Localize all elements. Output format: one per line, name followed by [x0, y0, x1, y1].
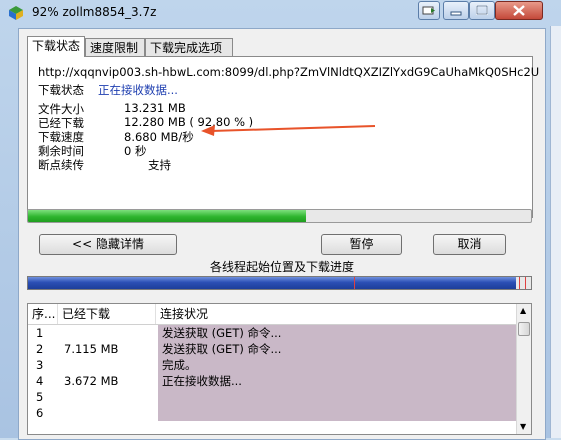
row-connection-status: 正在接收数据... — [158, 373, 516, 389]
thread-progress-map — [27, 276, 532, 290]
scroll-thumb[interactable] — [518, 322, 530, 336]
row-downloaded: 3.672 MB — [64, 374, 119, 388]
maximize-button[interactable] — [469, 1, 495, 20]
titlebar-extra-button[interactable] — [418, 1, 440, 20]
table-header: 序... 已经下载 连接状况 — [28, 304, 516, 325]
column-header-connection-status[interactable]: 连接状况 — [156, 304, 516, 324]
window-title: 92% zollm8854_3.7z — [32, 5, 157, 19]
tab-completion-options[interactable]: 下载完成选项 — [145, 38, 233, 56]
thread-marker — [519, 277, 520, 289]
row-index: 1 — [36, 326, 44, 340]
minimize-button[interactable] — [443, 1, 469, 20]
status-panel: http://xqqnvip003.sh-hbwL.com:8099/dl.ph… — [27, 56, 539, 218]
status-value: 正在接收数据... — [98, 83, 178, 97]
download-progress-fill — [28, 210, 306, 222]
download-url: http://xqqnvip003.sh-hbwL.com:8099/dl.ph… — [38, 65, 540, 79]
table-row[interactable]: 1 发送获取 (GET) 命令... — [28, 325, 516, 341]
table-body: 1 发送获取 (GET) 命令... 2 7.115 MB 发送获取 (GET) 命令.… — [28, 325, 516, 421]
thread-map-caption: 各线程起始位置及下载进度 — [209, 260, 354, 274]
cancel-button[interactable]: 取消 — [433, 234, 506, 255]
close-button[interactable] — [495, 1, 543, 20]
resume-value: 支持 — [148, 158, 171, 172]
connections-table: 序... 已经下载 连接状况 1 发送获取 (GET) 命令... 2 7.115 M… — [27, 303, 532, 435]
dialog-client-area: 下载状态 速度限制 下载完成选项 http://xqqnvip003.sh-hb… — [18, 28, 546, 440]
column-header-downloaded[interactable]: 已经下载 — [58, 304, 156, 324]
tab-download-status[interactable]: 下载状态 — [27, 36, 85, 57]
title-bar[interactable]: 92% zollm8854_3.7z — [0, 0, 561, 26]
annotation-arrow-icon — [201, 125, 376, 136]
row-downloaded: 7.115 MB — [64, 342, 119, 356]
column-header-index[interactable]: 序... — [28, 304, 58, 324]
status-label: 下载状态 — [38, 83, 84, 97]
row-connection-status: 完成。 — [158, 357, 516, 373]
download-window: 92% zollm8854_3.7z 下载状态 速度限制 下载完成选项 http… — [0, 0, 561, 440]
pause-button[interactable]: 暂停 — [321, 234, 402, 255]
minimize-icon — [450, 11, 462, 16]
close-icon — [513, 5, 525, 16]
table-row[interactable]: 6 — [28, 405, 516, 421]
table-row[interactable]: 3 完成。 — [28, 357, 516, 373]
tab-speed-limit[interactable]: 速度限制 — [85, 38, 145, 56]
hide-details-button[interactable]: << 隐藏详情 — [39, 234, 177, 255]
app-icon — [9, 6, 23, 20]
table-row[interactable]: 5 — [28, 389, 516, 405]
row-index: 3 — [36, 358, 44, 372]
table-row[interactable]: 2 7.115 MB 发送获取 (GET) 命令... — [28, 341, 516, 357]
row-index: 5 — [36, 390, 44, 404]
row-index: 4 — [36, 374, 44, 388]
row-index: 6 — [36, 406, 44, 420]
background-window-edge — [550, 26, 561, 438]
thread-marker — [354, 277, 355, 289]
row-index: 2 — [36, 342, 44, 356]
table-row[interactable]: 4 3.672 MB 正在接收数据... — [28, 373, 516, 389]
row-connection-status: 发送获取 (GET) 命令... — [158, 341, 516, 357]
size-value: 13.231 MB — [124, 101, 186, 115]
row-connection-status — [158, 405, 516, 421]
download-progress-bar — [27, 209, 532, 223]
row-connection-status — [158, 389, 516, 405]
scroll-up-icon[interactable]: ▲ — [520, 307, 526, 315]
thread-map-fill — [28, 277, 516, 289]
arrow-right-icon — [422, 6, 435, 15]
remaining-value: 0 秒 — [124, 144, 147, 158]
thread-marker — [525, 277, 526, 289]
scroll-down-icon[interactable]: ▼ — [520, 423, 526, 431]
maximize-icon — [476, 5, 488, 15]
row-connection-status: 发送获取 (GET) 命令... — [158, 325, 516, 341]
table-scrollbar[interactable]: ▲ ▼ — [516, 304, 531, 434]
resume-label: 断点续传 — [38, 158, 84, 172]
